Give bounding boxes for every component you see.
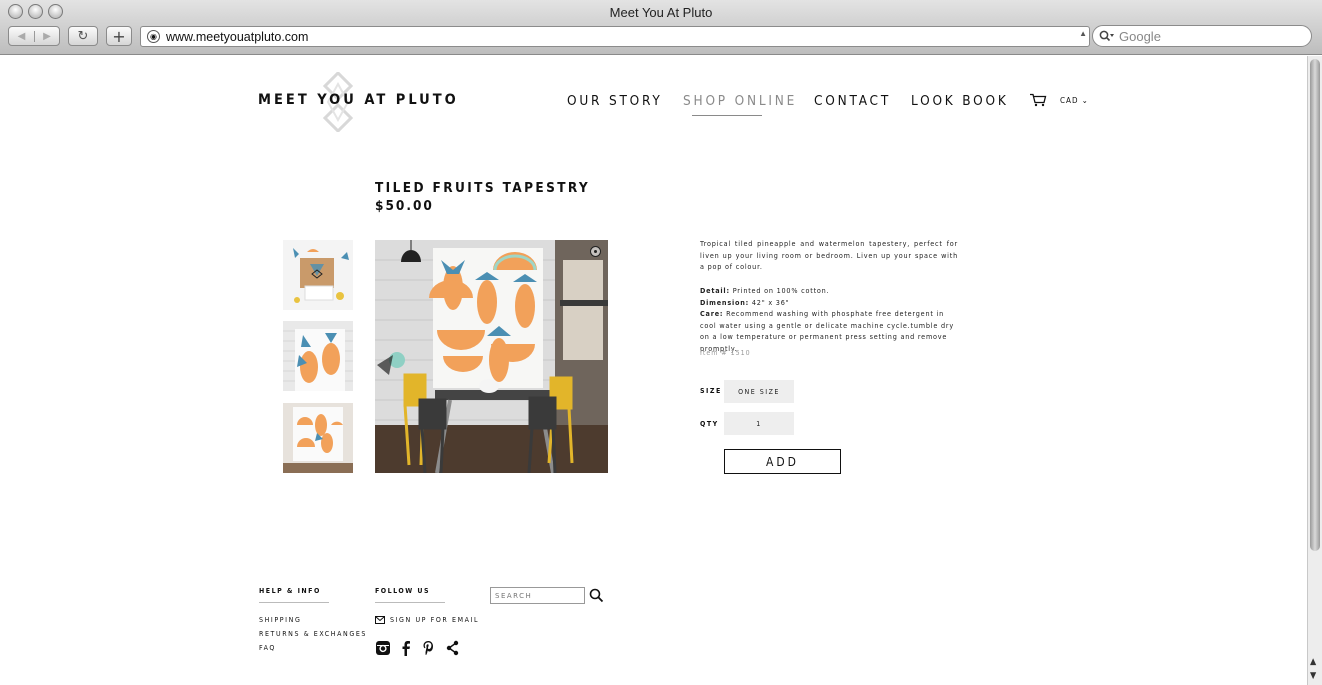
product-price: $50.00	[375, 198, 434, 214]
reload-button[interactable]: ↻	[68, 26, 98, 46]
dimension-value: 42" x 36"	[751, 297, 790, 307]
back-arrow-icon[interactable]: ◀	[9, 31, 34, 42]
add-to-cart-button[interactable]: ADD	[724, 449, 841, 474]
nav-shop-online[interactable]: SHOP ONLINE	[683, 93, 797, 109]
care-value: Recommend washing with phosphate free de…	[700, 309, 954, 353]
product-thumbnail-2[interactable]	[283, 321, 353, 391]
forward-arrow-icon[interactable]: ▶	[33, 30, 59, 42]
scroll-down-arrow-icon[interactable]: ▼	[1310, 671, 1316, 681]
footer-link-returns[interactable]: RETURNS & EXCHANGES	[259, 630, 367, 638]
plus-icon: +	[112, 26, 126, 46]
product-thumbnail-3[interactable]	[283, 403, 353, 473]
nav-contact[interactable]: CONTACT	[814, 93, 891, 109]
currency-label: CAD	[1060, 96, 1079, 105]
site-icon: ◉	[147, 30, 160, 43]
scrollbar-thumb[interactable]	[1310, 59, 1320, 551]
detail-value: Printed on 100% cotton.	[732, 286, 830, 295]
footer-link-shipping[interactable]: SHIPPING	[259, 616, 301, 624]
url-caret-icon[interactable]: ▲	[1079, 29, 1087, 38]
browser-search-field[interactable]: Google	[1092, 25, 1312, 47]
instagram-icon[interactable]	[375, 640, 391, 656]
email-signup-label: SIGN UP FOR EMAIL	[390, 616, 480, 624]
product-main-image[interactable]	[375, 240, 608, 473]
address-bar[interactable]: ◉ www.meetyouatpluto.com ▲	[140, 26, 1090, 47]
search-icon	[1099, 30, 1114, 42]
product-title: TILED FRUITS TAPESTRY	[375, 180, 591, 196]
size-label: SIZE	[700, 387, 722, 395]
browser-search-placeholder: Google	[1119, 28, 1161, 44]
follow-heading-rule	[375, 602, 445, 603]
help-info-heading: HELP & INFO	[259, 587, 321, 595]
footer-link-faq[interactable]: FAQ	[259, 644, 276, 652]
email-signup-link[interactable]: SIGN UP FOR EMAIL	[375, 616, 479, 624]
dimension-label: Dimension:	[700, 297, 750, 307]
active-nav-underline	[692, 115, 762, 116]
back-forward-buttons[interactable]: ◀ ▶	[8, 26, 60, 46]
site-logo[interactable]: MEET YOU AT PLUTO	[258, 92, 459, 108]
search-icon[interactable]	[589, 588, 604, 603]
share-icon[interactable]	[446, 640, 459, 656]
product-description: Tropical tiled pineapple and watermelon …	[700, 239, 958, 272]
product-thumbnail-1[interactable]	[283, 240, 353, 310]
url-text: www.meetyouatpluto.com	[166, 29, 309, 44]
currency-selector[interactable]: CAD ⌄	[1060, 96, 1089, 105]
chevron-down-icon: ⌄	[1081, 96, 1089, 105]
facebook-icon[interactable]	[400, 640, 412, 656]
pinterest-icon[interactable]	[422, 640, 435, 656]
help-heading-rule	[259, 602, 329, 603]
add-bookmark-button[interactable]: +	[106, 26, 132, 46]
vertical-scrollbar[interactable]: ▲ ▼	[1307, 56, 1322, 685]
reload-icon: ↻	[77, 28, 89, 44]
qty-label: QTY	[700, 420, 719, 428]
product-details: Detail: Printed on 100% cotton. Dimensio…	[700, 285, 958, 355]
detail-label: Detail:	[700, 286, 730, 295]
care-label: Care:	[700, 309, 724, 319]
cart-icon[interactable]	[1029, 93, 1047, 107]
browser-chrome: Meet You At Pluto ◀ ▶ ↻ + ◉ www.meetyouat…	[0, 0, 1322, 55]
scroll-up-arrow-icon[interactable]: ▲	[1310, 657, 1316, 667]
window-title: Meet You At Pluto	[609, 5, 713, 20]
item-number: Item # 1510	[700, 349, 751, 357]
size-select[interactable]: ONE SIZE	[724, 380, 794, 403]
qty-input[interactable]: 1	[724, 412, 794, 435]
envelope-icon	[375, 616, 385, 624]
zoom-icon[interactable]	[590, 246, 601, 257]
nav-look-book[interactable]: LOOK BOOK	[911, 93, 1009, 109]
footer-search-input[interactable]	[490, 587, 585, 604]
follow-us-heading: FOLLOW US	[375, 587, 431, 595]
nav-our-story[interactable]: OUR STORY	[567, 93, 663, 109]
